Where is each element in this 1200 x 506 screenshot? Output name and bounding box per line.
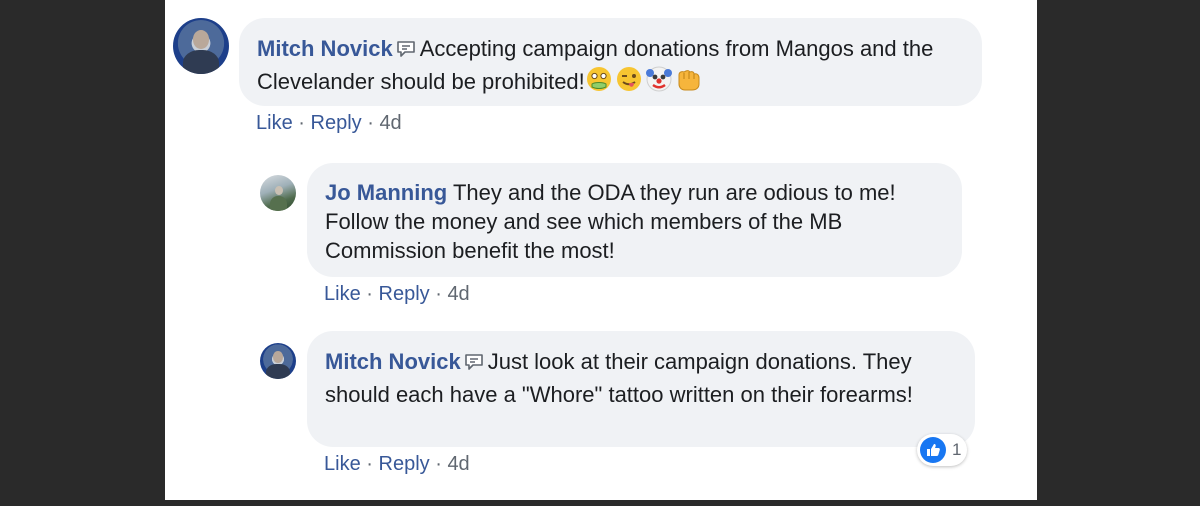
winking-tongue-face-icon	[615, 65, 643, 100]
comment-author[interactable]: Jo Manning	[325, 180, 447, 205]
comment-author[interactable]: Mitch Novick	[257, 36, 393, 61]
reply-link[interactable]: Reply	[311, 112, 362, 134]
comment-timestamp[interactable]: 4d	[379, 112, 401, 134]
comment-bubble: Jo Manning They and the ODA they run are…	[307, 163, 962, 277]
nauseated-face-icon	[585, 65, 613, 100]
reply-link[interactable]: Reply	[379, 283, 430, 305]
comment-actions: Like · Reply · 4d	[324, 283, 470, 305]
like-link[interactable]: Like	[256, 112, 293, 134]
like-link[interactable]: Like	[324, 283, 361, 305]
reply-link[interactable]: Reply	[379, 453, 430, 475]
like-link[interactable]: Like	[324, 453, 361, 475]
fist-bump-icon	[675, 65, 703, 100]
thumbs-up-icon	[920, 437, 946, 463]
comment-actions: Like · Reply · 4d	[256, 112, 402, 134]
clown-face-icon	[645, 65, 673, 100]
comment-thread-panel: Mitch Novick Accepting campaign donations…	[165, 0, 1037, 500]
translated-bubble-icon	[464, 348, 484, 379]
translated-bubble-icon	[396, 36, 416, 65]
avatar-mitch-novick[interactable]	[260, 343, 296, 379]
comment-bubble: Mitch Novick Just look at their campaign …	[307, 331, 975, 447]
comment-actions: Like · Reply · 4d	[324, 453, 470, 475]
comment-bubble: Mitch Novick Accepting campaign donations…	[239, 18, 982, 106]
comment-author[interactable]: Mitch Novick	[325, 349, 461, 374]
comment-timestamp[interactable]: 4d	[447, 283, 469, 305]
comment-timestamp[interactable]: 4d	[447, 453, 469, 475]
avatar-jo-manning[interactable]	[260, 175, 296, 211]
reaction-summary[interactable]: 1	[917, 434, 968, 466]
avatar-mitch-novick[interactable]	[173, 18, 229, 74]
reaction-count: 1	[952, 440, 962, 459]
